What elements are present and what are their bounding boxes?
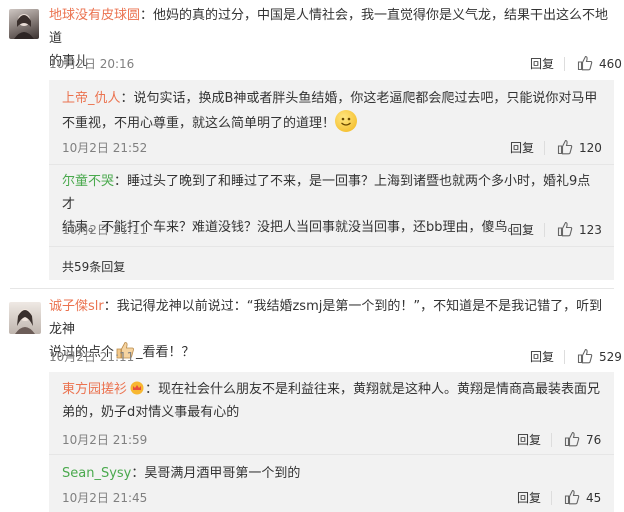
reply-date: 10月2日 21:52 xyxy=(62,141,148,155)
avatar-image xyxy=(14,14,34,39)
divider xyxy=(551,433,552,447)
reply-body-cont: 弟的，奶子d对情义事最有心的 xyxy=(62,405,240,420)
reply-button[interactable]: 回复 xyxy=(517,431,541,448)
reply-username[interactable]: 上帝_仇人 xyxy=(62,91,121,106)
comment-username[interactable]: 诚子傑slr xyxy=(49,299,104,314)
reply-body: ：昊哥满月酒甲哥第一个到的 xyxy=(131,466,301,481)
reply-date: 10月2日 21:45 xyxy=(62,491,148,505)
reply-button[interactable]: 回复 xyxy=(510,139,534,156)
reply-username[interactable]: 東方园搓衫 xyxy=(62,382,127,397)
like-count: 45 xyxy=(586,491,602,505)
comment-date: 10月2日 20:16 xyxy=(49,57,135,71)
avatar[interactable] xyxy=(9,9,39,39)
thumbs-up-icon xyxy=(557,139,573,155)
divider xyxy=(49,454,614,455)
like-count: 76 xyxy=(586,433,602,447)
reply-date: 10月2日 21:59 xyxy=(62,433,148,447)
reply-button[interactable]: 回复 xyxy=(510,221,534,238)
reply-button[interactable]: 回复 xyxy=(530,55,554,72)
like-button[interactable]: 76 xyxy=(564,431,601,447)
like-button[interactable]: 120 xyxy=(557,139,602,155)
like-button[interactable]: 45 xyxy=(564,489,601,505)
reply-username[interactable]: 尔童不哭 xyxy=(62,174,114,189)
divider xyxy=(551,491,552,505)
like-button[interactable]: 123 xyxy=(557,221,602,237)
reply-date: 10月2日 21:11 xyxy=(62,223,148,237)
avatar-image xyxy=(15,309,35,334)
like-count: 529 xyxy=(599,350,622,364)
thumbs-up-icon xyxy=(577,55,593,71)
reply-body: ：睡过头了晚到了和睡过了不来，是一回事？上海到诸暨也就两个多小时，婚礼9点才 xyxy=(62,174,591,212)
divider xyxy=(564,57,565,71)
thumbs-up-icon xyxy=(564,431,580,447)
comment-date: 10月2日 21:11 xyxy=(49,350,135,364)
like-button[interactable]: 460 xyxy=(577,55,622,71)
thumbs-up-icon xyxy=(564,489,580,505)
avatar[interactable] xyxy=(9,302,41,334)
reply-text: Sean_Sysy：昊哥满月酒甲哥第一个到的 xyxy=(62,462,602,485)
thumbs-up-icon xyxy=(557,221,573,237)
divider xyxy=(49,246,614,247)
divider xyxy=(544,141,545,155)
comment-username[interactable]: 地球没有皮球圆 xyxy=(49,8,140,23)
like-count: 460 xyxy=(599,57,622,71)
divider xyxy=(49,164,614,165)
crown-badge-icon xyxy=(129,380,145,395)
reply-body: ：说句实话，换成B神或者胖头鱼结婚，你这老逼爬都会爬过去吧，只能说你对马甲 xyxy=(120,91,598,106)
divider xyxy=(10,288,614,289)
replies-panel: 東方园搓衫 ：现在社会什么朋友不是利益往来，黄翔就是这种人。黄翔是情商高最装表面兄… xyxy=(49,372,614,512)
reply-button[interactable]: 回复 xyxy=(530,348,554,365)
comment-body-tail: _看看！？ xyxy=(136,345,195,360)
thumbs-up-icon xyxy=(577,348,593,364)
comment-body: ：我记得龙神以前说过：“我结婚zsmj是第一个到的！”，不知道是不是我记错了，听… xyxy=(49,299,603,337)
smile-emoji-icon xyxy=(335,110,358,132)
reply-text: 上帝_仇人：说句实话，换成B神或者胖头鱼结婚，你这老逼爬都会爬过去吧，只能说你对… xyxy=(62,87,602,135)
reply-username[interactable]: Sean_Sysy xyxy=(62,466,131,481)
reply-body: ：现在社会什么朋友不是利益往来，黄翔就是这种人。黄翔是情商高最装表面兄 xyxy=(145,382,601,397)
comment-item: 地球没有皮球圆：他妈的真的过分，中国是人情社会，我一直觉得你是义气龙，结果干出这… xyxy=(0,0,624,290)
more-replies-link[interactable]: 共59条回复 xyxy=(62,258,125,275)
comment-item: 诚子傑slr：我记得龙神以前说过：“我结婚zsmj是第一个到的！”，不知道是不是… xyxy=(0,290,624,512)
replies-panel: 上帝_仇人：说句实话，换成B神或者胖头鱼结婚，你这老逼爬都会爬过去吧，只能说你对… xyxy=(49,80,614,280)
like-count: 123 xyxy=(579,223,602,237)
divider xyxy=(564,350,565,364)
reply-text: 東方园搓衫 ：现在社会什么朋友不是利益往来，黄翔就是这种人。黄翔是情商高最装表面兄… xyxy=(62,378,602,424)
reply-button[interactable]: 回复 xyxy=(517,489,541,506)
like-button[interactable]: 529 xyxy=(577,348,622,364)
like-count: 120 xyxy=(579,141,602,155)
divider xyxy=(544,223,545,237)
reply-body-cont: 不重视，不用心尊重，就这么简单明了的道理！ xyxy=(62,116,336,131)
